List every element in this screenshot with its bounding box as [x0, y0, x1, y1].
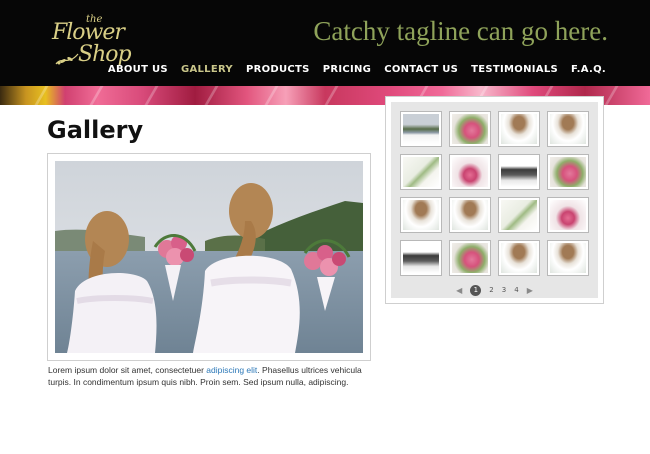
tagline: Catchy tagline can go here. — [313, 16, 608, 46]
nav-item-faq[interactable]: F.A.Q. — [571, 64, 606, 75]
main-nav: ABOUT US GALLERY PRODUCTS PRICING CONTAC… — [108, 64, 606, 75]
gallery-thumbnail[interactable] — [449, 154, 491, 190]
gallery-thumbnail[interactable] — [400, 154, 442, 190]
nav-item-pricing[interactable]: PRICING — [323, 64, 372, 75]
gallery-thumbnail[interactable] — [498, 154, 540, 190]
page-2-button[interactable]: 2 — [489, 286, 493, 294]
nav-item-about-us[interactable]: ABOUT US — [108, 64, 168, 75]
thumbnail-image — [501, 157, 537, 187]
gallery-thumbnail[interactable] — [498, 240, 540, 276]
nav-item-contact-us[interactable]: CONTACT US — [384, 64, 458, 75]
page-3-button[interactable]: 3 — [502, 286, 506, 294]
thumbnail-image — [501, 114, 537, 144]
gallery-pager: ◀ 1 2 3 4 ▶ — [391, 283, 598, 297]
gallery-thumbnail[interactable] — [400, 240, 442, 276]
nav-item-testimonials[interactable]: TESTIMONIALS — [471, 64, 558, 75]
prev-arrow-icon[interactable]: ◀ — [456, 286, 462, 295]
thumbnail-image — [550, 114, 586, 144]
thumbnail-image — [403, 243, 439, 273]
thumbnail-image — [452, 157, 488, 187]
gallery-thumbnail[interactable] — [400, 111, 442, 147]
page-4-button[interactable]: 4 — [514, 286, 518, 294]
caption-link[interactable]: adipiscing elit — [206, 365, 257, 375]
thumbnail-image — [403, 114, 439, 144]
nav-item-gallery[interactable]: GALLERY — [181, 64, 233, 75]
gallery-thumbnail[interactable] — [449, 197, 491, 233]
thumbnail-image — [452, 200, 488, 230]
gallery-thumbnail[interactable] — [449, 240, 491, 276]
thumbnail-image — [452, 243, 488, 273]
thumbnail-image — [550, 157, 586, 187]
gallery-thumbnail[interactable] — [547, 197, 589, 233]
page-1-button[interactable]: 1 — [470, 284, 482, 296]
thumbnail-image — [403, 157, 439, 187]
thumbnail-image — [501, 200, 537, 230]
gallery-thumbnail[interactable] — [547, 154, 589, 190]
featured-photo[interactable] — [55, 161, 363, 353]
gallery-thumbnail[interactable] — [547, 240, 589, 276]
thumbnail-image — [501, 243, 537, 273]
next-arrow-icon[interactable]: ▶ — [527, 286, 533, 295]
gallery-thumbnail[interactable] — [400, 197, 442, 233]
thumbnail-image — [550, 200, 586, 230]
nav-item-products[interactable]: PRODUCTS — [246, 64, 310, 75]
gallery-thumbnail[interactable] — [547, 111, 589, 147]
thumbnail-image — [550, 243, 586, 273]
caption-text-before: Lorem ipsum dolor sit amet, consectetuer — [48, 365, 207, 375]
page-title: Gallery — [47, 116, 144, 144]
featured-photo-frame — [47, 153, 371, 361]
thumbnail-image — [403, 200, 439, 230]
flower-ornament-icon — [55, 53, 79, 65]
photo-caption: Lorem ipsum dolor sit amet, consectetuer… — [48, 364, 378, 388]
gallery-panel: ◀ 1 2 3 4 ▶ — [385, 96, 604, 304]
gallery-thumbnail[interactable] — [498, 111, 540, 147]
thumbnail-image — [452, 114, 488, 144]
site-header: the Flower Shop Catchy tagline can go he… — [0, 0, 650, 86]
gallery-thumbnail[interactable] — [449, 111, 491, 147]
gallery-thumbnail[interactable] — [498, 197, 540, 233]
thumbnail-grid: ◀ 1 2 3 4 ▶ — [391, 102, 598, 298]
